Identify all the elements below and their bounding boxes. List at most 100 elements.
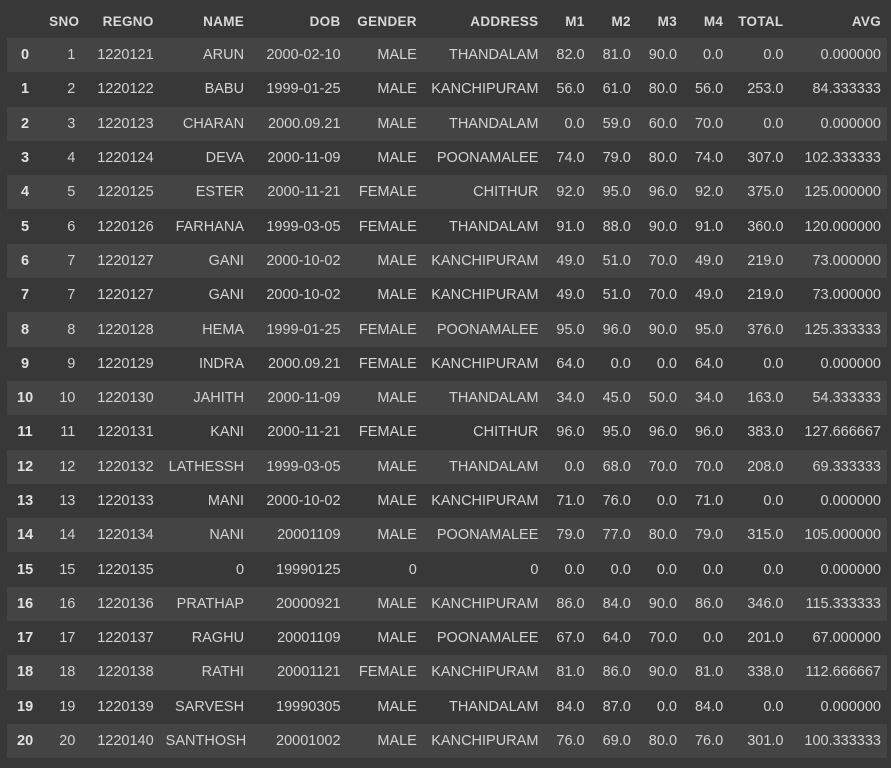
m1-cell: 86.0	[556, 595, 585, 612]
dob-cell: 1999-03-05	[266, 218, 341, 235]
m1-cell: 91.0	[556, 218, 585, 235]
dob-cell: 20001002	[276, 733, 341, 750]
avg-cell: 125.333333	[804, 321, 881, 338]
m2-cell: 51.0	[602, 252, 631, 269]
name-cell: BABU	[204, 81, 245, 98]
m1-cell: 67.0	[556, 630, 585, 647]
row-index: 6	[21, 252, 30, 269]
name-cell: ESTER	[195, 184, 245, 201]
column-header-m3: M3	[657, 13, 678, 29]
avg-cell: 127.666667	[804, 424, 881, 441]
regno-cell: 1220123	[97, 115, 154, 132]
dob-cell: 1999-03-05	[266, 458, 341, 475]
regno-cell: 1220135	[97, 561, 154, 578]
avg-cell: 105.000000	[804, 527, 881, 544]
m1-cell: 79.0	[556, 527, 585, 544]
column-header-avg: AVG	[851, 13, 881, 29]
row-index: 13	[17, 493, 34, 509]
m1-cell: 92.0	[556, 184, 585, 201]
m1-cell: 82.0	[556, 47, 585, 64]
total-cell: 253.0	[747, 81, 784, 98]
name-cell: GANI	[208, 252, 245, 269]
m4-cell: 79.0	[694, 527, 724, 544]
total-cell: 0.0	[763, 47, 784, 64]
address-cell: KANCHIPURAM	[431, 252, 539, 269]
table-row: 8 8 1220128 HEMA 1999-01-25 FEMALE POONAMALEE 9…	[7, 312, 887, 347]
gender-cell: MALE	[377, 252, 417, 269]
table-row: 0 1 1220121 ARUN 2000-02-10 MALE THANDALAM 82.0…	[7, 38, 887, 73]
dob-cell: 1999-01-25	[266, 321, 341, 338]
name-cell: FARHANA	[175, 218, 245, 235]
total-cell: 301.0	[747, 733, 784, 750]
gender-cell: MALE	[377, 150, 417, 167]
m2-cell: 81.0	[602, 47, 631, 64]
name-cell: MANI	[207, 493, 245, 509]
m4-cell: 76.0	[694, 733, 724, 750]
m3-cell: 80.0	[648, 150, 678, 167]
total-cell: 163.0	[747, 390, 784, 407]
total-cell: 201.0	[747, 630, 784, 647]
column-header-m4: M4	[703, 13, 724, 29]
sno-cell: 13	[59, 493, 76, 509]
sno-cell: 19	[59, 698, 76, 715]
m1-cell: 95.0	[556, 321, 585, 338]
m2-cell: 45.0	[602, 390, 631, 407]
gender-cell: FEMALE	[358, 355, 417, 372]
address-cell: CHITHUR	[473, 184, 539, 201]
sno-cell: 6	[67, 218, 76, 235]
m3-cell: 60.0	[648, 115, 678, 132]
dob-cell: 2000-11-09	[267, 150, 341, 167]
m1-cell: 74.0	[556, 150, 585, 167]
column-header-address: ADDRESS	[470, 13, 539, 29]
row-index: 2	[21, 115, 30, 132]
m2-cell: 61.0	[602, 81, 631, 98]
m3-cell: 90.0	[648, 664, 678, 681]
address-cell: KANCHIPURAM	[431, 81, 539, 98]
regno-cell: 1220134	[97, 527, 154, 544]
m1-cell: 0.0	[564, 458, 585, 475]
m3-cell: 70.0	[648, 252, 678, 269]
gender-cell: FEMALE	[358, 218, 417, 235]
m4-cell: 74.0	[694, 150, 724, 167]
m3-cell: 0.0	[656, 355, 678, 372]
gender-cell: FEMALE	[358, 321, 417, 338]
m1-cell: 49.0	[556, 287, 585, 304]
name-cell: JAHITH	[193, 390, 245, 407]
address-cell: THANDALAM	[448, 218, 539, 235]
total-cell: 315.0	[747, 527, 784, 544]
avg-cell: 54.333333	[812, 390, 881, 407]
total-cell: 0.0	[763, 493, 784, 509]
m1-cell: 96.0	[556, 424, 585, 441]
dob-cell: 2000-10-02	[266, 252, 341, 269]
m2-cell: 76.0	[602, 493, 631, 509]
table-row: 18 18 1220138 RATHI 20001121 FEMALE KANCHIPURA…	[7, 655, 887, 690]
name-cell: DEVA	[205, 150, 245, 167]
total-cell: 376.0	[747, 321, 784, 338]
total-cell: 338.0	[747, 664, 784, 681]
m2-cell: 59.0	[602, 115, 631, 132]
total-cell: 346.0	[747, 595, 784, 612]
address-cell: THANDALAM	[448, 47, 539, 64]
m1-cell: 0.0	[564, 561, 585, 578]
m4-cell: 96.0	[694, 424, 724, 441]
name-cell: 0	[236, 561, 245, 578]
address-cell: KANCHIPURAM	[431, 664, 539, 681]
address-cell: THANDALAM	[448, 458, 539, 475]
total-cell: 0.0	[763, 355, 784, 372]
m1-cell: 84.0	[556, 698, 585, 715]
column-header-m1: M1	[565, 13, 585, 29]
m1-cell: 71.0	[556, 493, 585, 509]
gender-cell: FEMALE	[358, 184, 417, 201]
row-index: 14	[17, 527, 34, 544]
m3-cell: 90.0	[648, 595, 678, 612]
table-row: 19 19 1220139 SARVESH 19990305 MALE THANDALAM 8…	[7, 689, 887, 724]
address-cell: POONAMALEE	[436, 630, 539, 647]
total-cell: 0.0	[763, 115, 784, 132]
row-index: 0	[21, 47, 30, 64]
address-cell: KANCHIPURAM	[431, 733, 539, 750]
name-cell: INDRA	[198, 355, 245, 372]
gender-cell: MALE	[377, 115, 417, 132]
table-row: 13 13 1220133 MANI 2000-10-02 MALE KANCHIPURAM…	[7, 483, 887, 519]
total-cell: 0.0	[763, 561, 784, 578]
regno-cell: 1220136	[97, 595, 154, 612]
